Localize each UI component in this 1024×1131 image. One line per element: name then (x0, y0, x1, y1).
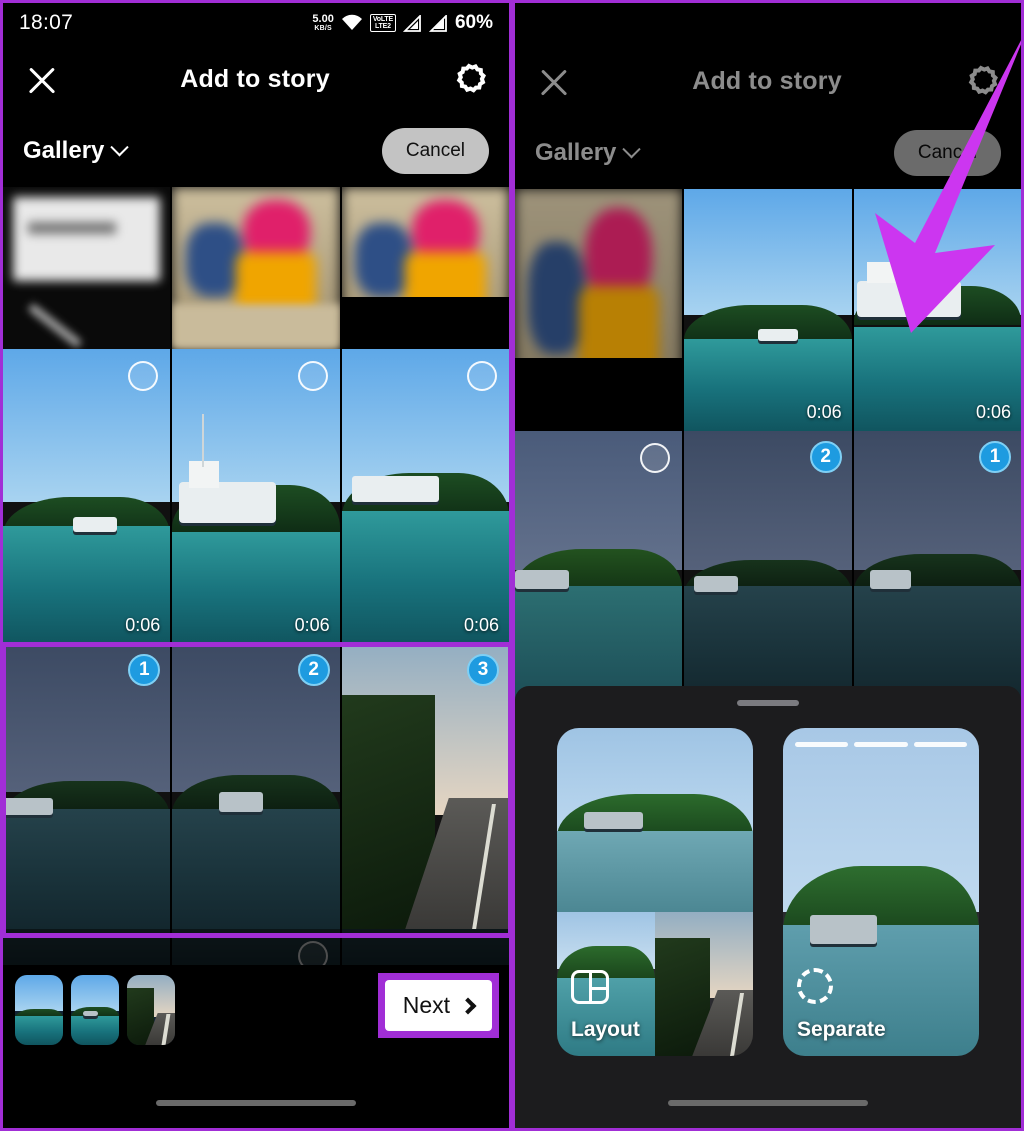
selection-badge[interactable]: 1 (978, 441, 1011, 473)
signal-bars-icon (402, 14, 421, 32)
gallery-item[interactable] (172, 187, 340, 349)
gallery-item[interactable]: 3 (341, 644, 509, 929)
selected-thumb[interactable] (15, 975, 63, 1045)
volte-label-2: LTE2 (375, 23, 391, 30)
video-duration: 0:06 (125, 615, 161, 635)
battery-percent: 60% (454, 12, 493, 33)
layout-grid-icon (571, 970, 609, 1004)
selected-thumb[interactable] (127, 975, 175, 1045)
status-time: 18:07 (19, 11, 74, 34)
video-duration: 0:06 (975, 402, 1011, 422)
chevron-right-icon (459, 997, 477, 1014)
gear-icon[interactable] (963, 63, 999, 99)
gallery-row (3, 187, 509, 349)
app-header: Add to story (515, 45, 1021, 117)
gallery-item[interactable]: 2 (172, 644, 340, 929)
drag-handle[interactable] (737, 700, 799, 706)
video-duration: 0:06 (806, 402, 842, 422)
chevron-down-icon (622, 139, 642, 158)
gallery-item[interactable]: 0:06 (341, 349, 509, 644)
gear-icon[interactable] (451, 61, 487, 97)
page-title: Add to story (692, 66, 842, 95)
close-x-icon[interactable] (25, 62, 59, 96)
gallery-item[interactable] (515, 431, 683, 699)
gallery-item[interactable] (341, 187, 509, 349)
close-x-icon[interactable] (537, 64, 571, 98)
gallery-item[interactable]: 2 (684, 431, 852, 699)
selection-badge[interactable]: 2 (297, 654, 330, 686)
separate-option-label: Separate (797, 1018, 886, 1041)
gallery-item[interactable]: 0:06 (684, 189, 852, 431)
gallery-row: 0:06 0:06 (515, 189, 1021, 431)
story-progress-bars (795, 742, 967, 747)
network-speed: 5.00 KB/S (312, 13, 334, 33)
page-title: Add to story (180, 64, 330, 93)
gallery-item[interactable]: 0:06 (172, 349, 340, 644)
selection-badge[interactable]: 3 (466, 654, 499, 686)
wifi-icon (341, 14, 362, 30)
gallery-item[interactable]: 1 (853, 431, 1021, 699)
left-phone-screen: 18:07 5.00 KB/S VoLTE LTE2 60% Add to st… (0, 0, 512, 1131)
selected-thumb[interactable] (71, 975, 119, 1045)
bottom-action-bar: Next (3, 965, 509, 1128)
network-speed-value: 5.00 (312, 13, 334, 25)
gallery-item[interactable]: 0:06 (3, 349, 171, 644)
separate-option-card[interactable]: Separate (783, 728, 979, 1056)
gallery-item[interactable] (515, 189, 683, 431)
volte-label-1: VoLTE (372, 16, 393, 23)
gallery-source-label: Gallery (535, 139, 617, 166)
volte-icon: VoLTE LTE2 (369, 14, 396, 32)
layout-option-card[interactable]: Layout (557, 728, 753, 1056)
selection-checkbox[interactable] (466, 361, 497, 391)
status-bar: 18:07 5.00 KB/S VoLTE LTE2 60% (3, 3, 509, 43)
separate-circle-icon (797, 968, 833, 1004)
gallery-toolbar: Gallery Cancel (3, 115, 509, 187)
gallery-item[interactable]: 0:06 (853, 189, 1021, 431)
next-button-label: Next (402, 992, 450, 1018)
gallery-item[interactable]: 1 (3, 644, 171, 929)
selection-checkbox[interactable] (297, 361, 328, 391)
gallery-row-selected: 1 2 3 (3, 644, 509, 929)
app-header: Add to story (3, 43, 509, 115)
network-speed-unit: KB/S (314, 25, 332, 32)
gallery-row: 2 1 (515, 431, 1021, 699)
home-indicator (668, 1100, 868, 1106)
next-button[interactable]: Next (384, 980, 492, 1031)
screenshot-stage: 18:07 5.00 KB/S VoLTE LTE2 60% Add to st… (0, 0, 1024, 1131)
cancel-button[interactable]: Cancel (381, 128, 489, 174)
gallery-toolbar: Gallery Cancel (515, 117, 1021, 189)
cancel-button[interactable]: Cancel (893, 130, 1001, 176)
gallery-item[interactable] (3, 187, 171, 349)
chevron-down-icon (110, 137, 130, 156)
right-phone-screen: Add to story Gallery Cancel 0:06 0:06 2 … (512, 0, 1024, 1131)
gallery-source-selector[interactable]: Gallery (535, 139, 642, 167)
gallery-row: 0:06 0:06 (3, 349, 509, 644)
layout-option-label: Layout (571, 1018, 640, 1041)
video-duration: 0:06 (463, 615, 499, 635)
gallery-source-selector[interactable]: Gallery (23, 137, 130, 165)
video-duration: 0:06 (294, 615, 330, 635)
gallery-source-label: Gallery (23, 137, 105, 164)
selection-badge[interactable]: 2 (809, 441, 842, 473)
share-options-sheet: Layout Separate (515, 686, 1021, 1128)
home-indicator (156, 1100, 356, 1106)
signal-bars-icon (428, 14, 447, 32)
next-button-highlight: Next (377, 973, 499, 1038)
